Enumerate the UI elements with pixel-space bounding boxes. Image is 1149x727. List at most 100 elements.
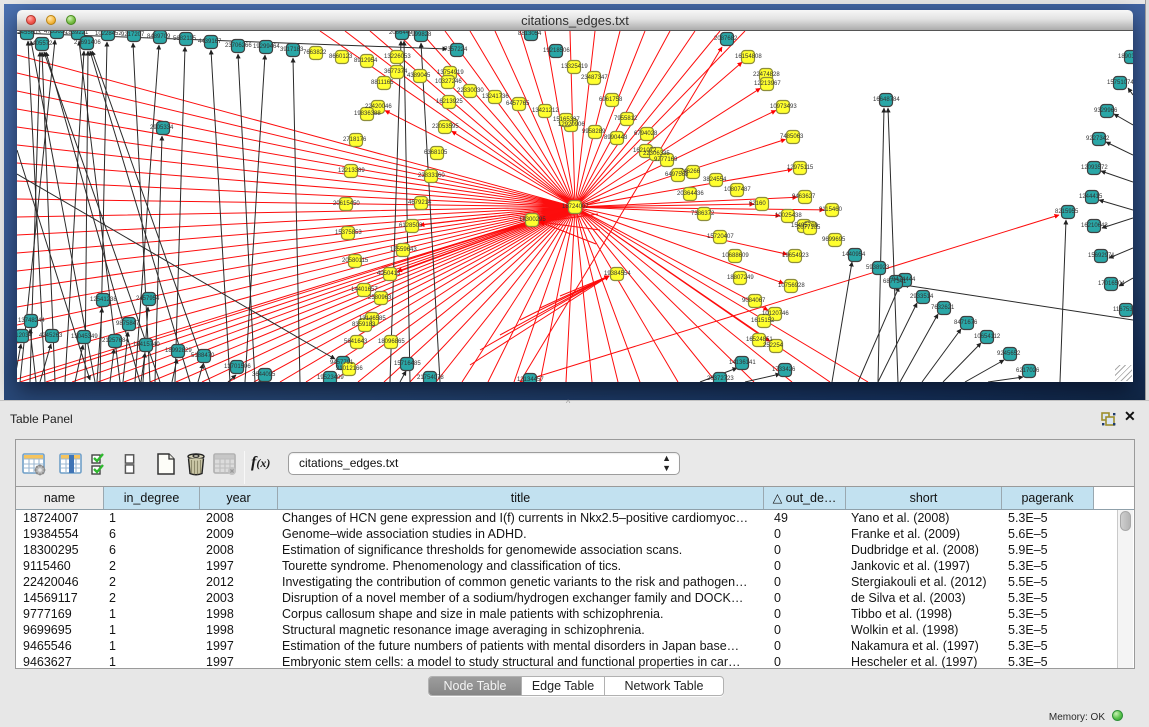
svg-text:10120746: 10120746 — [762, 311, 789, 317]
svg-text:15720407: 15720407 — [707, 234, 734, 240]
svg-text:18300295: 18300295 — [519, 217, 546, 223]
svg-text:9329966: 9329966 — [1094, 108, 1118, 114]
svg-text:17016504: 17016504 — [1098, 281, 1125, 287]
svg-text:1440954: 1440954 — [842, 252, 866, 258]
svg-text:4112034: 4112034 — [17, 333, 33, 339]
svg-text:6217026: 6217026 — [1016, 368, 1040, 374]
svg-text:16210643: 16210643 — [1081, 223, 1108, 229]
svg-text:1244415: 1244415 — [1079, 194, 1103, 200]
svg-text:5188470: 5188470 — [191, 353, 215, 359]
svg-text:4050413: 4050413 — [377, 271, 401, 277]
svg-text:15751074: 15751074 — [1107, 80, 1133, 86]
svg-text:16648784: 16648784 — [873, 97, 900, 103]
svg-text:8359183: 8359183 — [352, 322, 376, 328]
svg-text:21012166: 21012166 — [336, 366, 363, 372]
svg-text:10654112: 10654112 — [974, 334, 1001, 340]
svg-text:9115460: 9115460 — [819, 207, 843, 213]
svg-text:5682115: 5682115 — [173, 36, 197, 42]
svg-text:8912954: 8912954 — [354, 58, 378, 64]
svg-text:9463627: 9463627 — [792, 194, 816, 200]
svg-text:21754078: 21754078 — [417, 375, 444, 381]
svg-text:13325419: 13325419 — [561, 64, 588, 70]
svg-text:27691406: 27691406 — [74, 40, 101, 46]
svg-text:4679214: 4679214 — [408, 200, 432, 206]
svg-text:7386372: 7386372 — [691, 211, 715, 217]
svg-text:1733426: 1733426 — [772, 367, 796, 373]
svg-text:23487347: 23487347 — [581, 75, 608, 81]
svg-text:1405572: 1405572 — [29, 41, 53, 47]
svg-text:20615450: 20615450 — [333, 201, 360, 207]
svg-text:5938923: 5938923 — [866, 265, 890, 271]
svg-text:19299464: 19299464 — [253, 44, 280, 50]
svg-text:2457954: 2457954 — [136, 296, 160, 302]
svg-text:15375853: 15375853 — [335, 230, 362, 236]
svg-text:9217207: 9217207 — [121, 32, 145, 38]
svg-text:16154808: 16154808 — [735, 54, 762, 60]
svg-text:5641643: 5641643 — [344, 339, 368, 345]
svg-text:7955812: 7955812 — [614, 116, 638, 122]
svg-text:16213925: 16213925 — [436, 99, 463, 105]
svg-text:3824554: 3824554 — [703, 177, 727, 183]
svg-text:12213967: 12213967 — [754, 81, 781, 87]
svg-text:20372723: 20372723 — [707, 376, 734, 382]
svg-text:22330030: 22330030 — [457, 88, 484, 94]
svg-text:13134457: 13134457 — [517, 377, 544, 382]
svg-text:8471676: 8471676 — [954, 320, 978, 326]
svg-text:6497568: 6497568 — [665, 172, 689, 178]
svg-text:6794028: 6794028 — [634, 131, 658, 137]
svg-text:7663822: 7663822 — [303, 50, 327, 56]
svg-text:1167531: 1167531 — [1113, 307, 1133, 313]
svg-text:9227342: 9227342 — [1086, 136, 1110, 142]
svg-text:9958289: 9958289 — [582, 129, 606, 135]
svg-text:9699695: 9699695 — [822, 237, 846, 243]
svg-text:10327246: 10327246 — [435, 79, 462, 85]
svg-text:18724007: 18724007 — [562, 204, 589, 210]
svg-text:2905334: 2905334 — [150, 125, 174, 131]
svg-text:2580963: 2580963 — [368, 295, 392, 301]
svg-text:18096865: 18096865 — [378, 339, 405, 345]
svg-text:22474828: 22474828 — [753, 72, 780, 78]
svg-text:22455603: 22455603 — [17, 31, 41, 36]
svg-text:8813054: 8813054 — [518, 31, 542, 37]
svg-text:3677374: 3677374 — [384, 69, 408, 75]
svg-text:19384554: 19384554 — [604, 271, 631, 277]
svg-text:10756928: 10756928 — [778, 283, 805, 289]
svg-text:12093572: 12093572 — [1081, 165, 1108, 171]
svg-text:9245652: 9245652 — [997, 351, 1021, 357]
svg-text:2087682: 2087682 — [714, 36, 738, 42]
svg-text:8990448: 8990448 — [604, 135, 628, 141]
svg-text:1999828: 1999828 — [408, 32, 432, 38]
svg-text:23833160: 23833160 — [418, 173, 445, 179]
svg-text:6457765: 6457765 — [506, 101, 530, 107]
svg-text:2933514: 2933514 — [910, 294, 934, 300]
svg-text:19523409: 19523409 — [317, 375, 344, 381]
svg-text:7485063: 7485063 — [780, 134, 804, 140]
svg-text:20364436: 20364436 — [677, 191, 704, 197]
svg-text:20580115: 20580115 — [342, 258, 369, 264]
svg-text:14136141: 14136141 — [729, 360, 756, 366]
svg-text:19654923: 19654923 — [782, 253, 809, 259]
svg-text:7357224: 7357224 — [444, 47, 468, 53]
svg-text:18992829: 18992829 — [165, 348, 192, 354]
svg-text:10025438: 10025438 — [775, 213, 802, 219]
svg-text:6368105: 6368105 — [424, 150, 448, 156]
svg-text:17559643: 17559643 — [390, 247, 417, 253]
svg-text:18807249: 18807249 — [727, 275, 754, 281]
svg-text:1890399: 1890399 — [1118, 54, 1133, 60]
svg-text:7632621: 7632621 — [931, 305, 955, 311]
svg-text:15165337: 15165337 — [553, 117, 580, 123]
svg-text:4389045: 4389045 — [407, 73, 431, 79]
svg-text:12541238: 12541238 — [90, 297, 117, 303]
svg-text:15692971: 15692971 — [1088, 253, 1115, 259]
svg-text:12975115: 12975115 — [787, 165, 814, 171]
svg-text:14401657: 14401657 — [351, 287, 378, 293]
svg-text:21257684: 21257684 — [102, 338, 129, 344]
svg-text:16524851: 16524851 — [746, 337, 773, 343]
svg-text:1839221: 1839221 — [65, 31, 89, 36]
svg-text:252254: 252254 — [763, 343, 784, 349]
svg-text:13754919: 13754919 — [437, 70, 464, 76]
svg-text:8811165: 8811165 — [371, 80, 394, 86]
svg-text:2718176: 2718176 — [343, 137, 367, 143]
svg-text:22053595: 22053595 — [432, 124, 459, 130]
svg-text:22420046: 22420046 — [365, 104, 392, 110]
